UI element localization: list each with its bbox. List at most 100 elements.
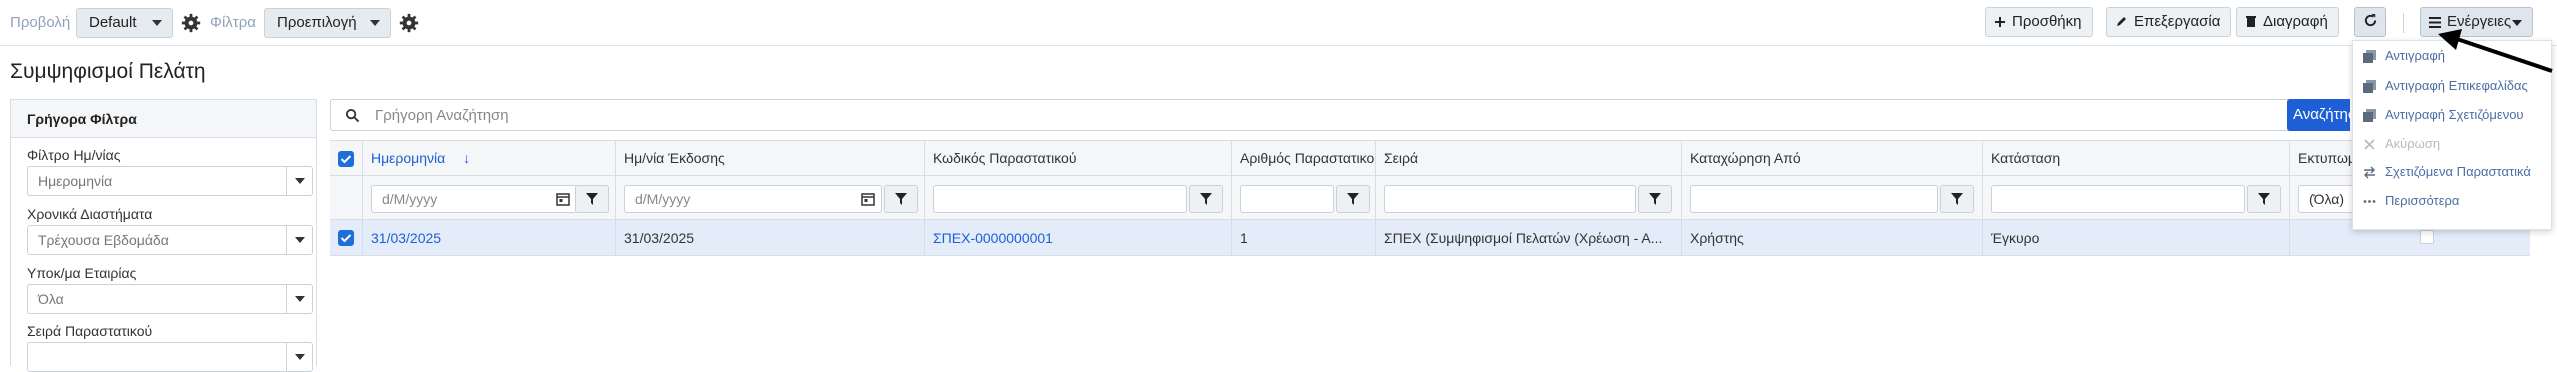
series-filter-input[interactable] xyxy=(1384,185,1636,213)
cell-document-number: 1 xyxy=(1231,220,1375,256)
delete-button[interactable]: Διαγραφή xyxy=(2236,7,2339,37)
status-filter-input[interactable] xyxy=(1991,185,2245,213)
entered-by-filter-button[interactable] xyxy=(1940,185,1974,213)
chevron-down-icon xyxy=(286,167,312,195)
date-filter-placeholder: d/M/yyyy xyxy=(382,191,438,207)
status-filter-button[interactable] xyxy=(2247,185,2281,213)
refresh-button[interactable] xyxy=(2354,7,2386,37)
grid-header-row: Ημερομηνία ↓ Ημ/νία Έκδοσης Κωδικός Παρα… xyxy=(330,140,2530,177)
branch-value: Όλα xyxy=(38,291,64,307)
menu-item-cancel: Ακύρωση xyxy=(2353,134,2553,155)
column-header-document-number[interactable]: Αριθμός Παραστατικού xyxy=(1231,141,1375,177)
gear-icon[interactable] xyxy=(180,12,202,34)
top-toolbar: Προβολή Default Φίλτρα Προεπιλογή Προσθή… xyxy=(0,0,2557,46)
more-dots-icon xyxy=(2363,200,2376,203)
gear-icon[interactable] xyxy=(398,12,420,34)
menu-item-cancel-label: Ακύρωση xyxy=(2385,136,2441,151)
series-filter-button[interactable] xyxy=(1638,185,1672,213)
copy-icon xyxy=(2363,80,2376,93)
grid-filter-row: d/M/yyyy d/M/yyyy (Όλα) xyxy=(330,176,2530,220)
issue-date-filter-input[interactable]: d/M/yyyy xyxy=(624,185,882,213)
series-filter-cell xyxy=(1375,176,1681,220)
row-checkbox[interactable] xyxy=(338,230,354,246)
cell-document-code[interactable]: ΣΠΕΧ-0000000001 xyxy=(924,220,1231,256)
date-filter-button[interactable] xyxy=(575,185,609,213)
column-header-document-code[interactable]: Κωδικός Παραστατικού xyxy=(924,141,1231,177)
time-period-label: Χρονικά Διαστήματα xyxy=(27,206,153,222)
menu-item-copy-header-label: Αντιγραφή Επικεφαλίδας xyxy=(2385,78,2528,93)
date-filter-label: Φίλτρο Ημ/νίας xyxy=(27,147,121,163)
view-select[interactable]: Default xyxy=(76,8,173,38)
funnel-icon xyxy=(1200,193,1212,205)
menu-item-more-label: Περισσότερα xyxy=(2385,193,2460,208)
cell-status: Έγκυρο xyxy=(1982,220,2289,256)
select-all-checkbox[interactable] xyxy=(338,151,354,167)
menu-item-copy-related[interactable]: Αντιγραφή Σχετιζόμενου xyxy=(2353,105,2553,126)
copy-icon xyxy=(2363,109,2376,122)
row-select-cell xyxy=(330,220,362,256)
menu-item-more[interactable]: Περισσότερα xyxy=(2353,191,2553,212)
code-filter-button[interactable] xyxy=(1189,185,1223,213)
select-all-cell xyxy=(330,141,362,177)
pencil-icon xyxy=(2117,17,2126,26)
add-button[interactable]: Προσθήκη xyxy=(1985,7,2093,37)
checkmark-icon xyxy=(340,155,352,164)
refresh-icon xyxy=(2364,13,2377,27)
trash-icon xyxy=(2246,16,2256,27)
add-button-label: Προσθήκη xyxy=(2012,13,2082,30)
menu-item-related-documents[interactable]: Σχετιζόμενα Παραστατικά xyxy=(2353,162,2553,183)
funnel-icon xyxy=(1951,193,1963,205)
filter-select[interactable]: Προεπιλογή xyxy=(264,8,391,38)
funnel-icon xyxy=(586,193,598,205)
sort-descending-icon: ↓ xyxy=(463,150,471,166)
column-header-status[interactable]: Κατάσταση xyxy=(1982,141,2289,177)
number-filter-button[interactable] xyxy=(1336,185,1370,213)
edit-button[interactable]: Επεξεργασία xyxy=(2106,7,2232,37)
column-header-entered-by[interactable]: Καταχώρηση Από xyxy=(1681,141,1982,177)
entered-by-filter-cell xyxy=(1681,176,1982,220)
funnel-icon xyxy=(895,193,907,205)
number-filter-cell xyxy=(1231,176,1375,220)
funnel-icon xyxy=(1347,193,1359,205)
column-header-date[interactable]: Ημερομηνία ↓ xyxy=(362,141,615,177)
view-label: Προβολή xyxy=(10,14,71,31)
search-button[interactable]: Αναζήτηση xyxy=(2287,99,2350,131)
issue-date-filter-button[interactable] xyxy=(884,185,918,213)
quick-filters-panel: Γρήγορα Φίλτρα Φίλτρο Ημ/νίας Ημερομηνία… xyxy=(10,99,317,372)
chevron-down-icon xyxy=(286,343,312,371)
documents-grid: Ημερομηνία ↓ Ημ/νία Έκδοσης Κωδικός Παρα… xyxy=(330,140,2530,366)
date-filter-cell: d/M/yyyy xyxy=(362,176,615,220)
column-header-series[interactable]: Σειρά xyxy=(1375,141,1681,177)
table-row[interactable]: 31/03/2025 31/03/2025 ΣΠΕΧ-0000000001 1 … xyxy=(330,220,2530,256)
calendar-icon[interactable] xyxy=(861,192,875,206)
time-period-value: Τρέχουσα Εβδομάδα xyxy=(38,232,169,248)
funnel-icon xyxy=(1649,193,1661,205)
cell-date[interactable]: 31/03/2025 xyxy=(362,220,615,256)
document-series-select[interactable] xyxy=(27,342,313,372)
document-series-label: Σειρά Παραστατικού xyxy=(27,323,153,339)
column-header-date-label: Ημερομηνία xyxy=(371,150,446,166)
status-filter-cell xyxy=(1982,176,2289,220)
swap-arrows-icon xyxy=(2364,166,2375,179)
annotation-arrow xyxy=(2438,29,2553,73)
number-filter-input[interactable] xyxy=(1240,185,1334,213)
date-filter-select[interactable]: Ημερομηνία xyxy=(27,166,313,196)
branch-select[interactable]: Όλα xyxy=(27,284,313,314)
checkmark-icon xyxy=(340,234,352,243)
edit-button-label: Επεξεργασία xyxy=(2134,13,2221,30)
printed-checkbox[interactable] xyxy=(2420,230,2434,244)
issue-date-filter-placeholder: d/M/yyyy xyxy=(635,191,691,207)
code-filter-input[interactable] xyxy=(933,185,1187,213)
menu-item-copy-header[interactable]: Αντιγραφή Επικεφαλίδας xyxy=(2353,76,2553,97)
time-period-select[interactable]: Τρέχουσα Εβδομάδα xyxy=(27,225,313,255)
view-select-value: Default xyxy=(89,14,137,31)
plus-icon xyxy=(1995,17,2005,27)
entered-by-filter-input[interactable] xyxy=(1690,185,1938,213)
chevron-down-icon xyxy=(370,20,380,26)
calendar-icon[interactable] xyxy=(556,192,570,206)
cell-entered-by: Χρήστης xyxy=(1681,220,1982,256)
quick-search-placeholder: Γρήγορη Αναζήτηση xyxy=(375,107,509,124)
date-filter-input[interactable]: d/M/yyyy xyxy=(371,185,577,213)
quick-search-box[interactable]: Γρήγορη Αναζήτηση xyxy=(330,99,2350,131)
column-header-issue-date[interactable]: Ημ/νία Έκδοσης xyxy=(615,141,924,177)
